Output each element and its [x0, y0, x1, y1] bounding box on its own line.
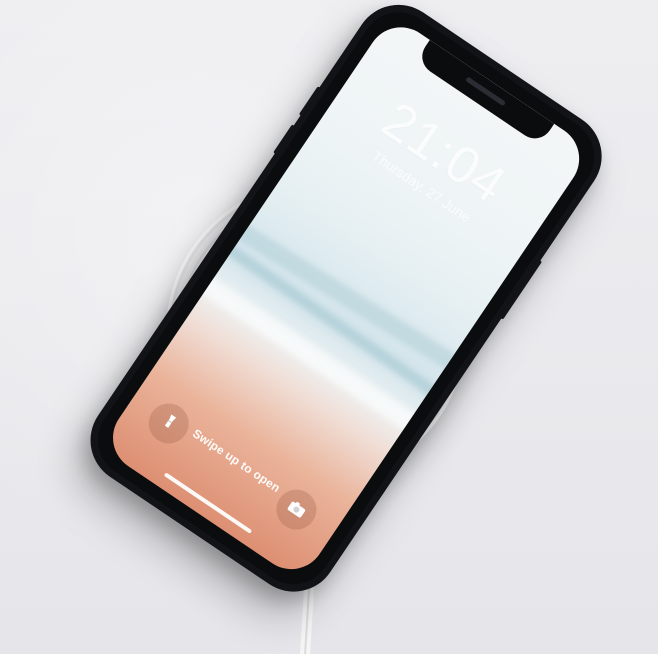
wallpaper-wave	[231, 219, 487, 389]
phone-wrapper: 21:04 Thursday, 27 June Swipe up to open	[13, 0, 658, 644]
wallpaper-wave	[194, 272, 447, 451]
camera-icon	[283, 496, 310, 523]
photo-scene: 21:04 Thursday, 27 June Swipe up to open	[0, 0, 658, 654]
phone: 21:04 Thursday, 27 June Swipe up to open	[73, 0, 619, 609]
flashlight-icon	[156, 410, 181, 436]
lock-screen: 21:04 Thursday, 27 June Swipe up to open	[99, 14, 593, 583]
speaker-icon	[465, 76, 507, 107]
home-indicator[interactable]	[163, 472, 253, 534]
phone-bezel: 21:04 Thursday, 27 June Swipe up to open	[83, 0, 610, 599]
